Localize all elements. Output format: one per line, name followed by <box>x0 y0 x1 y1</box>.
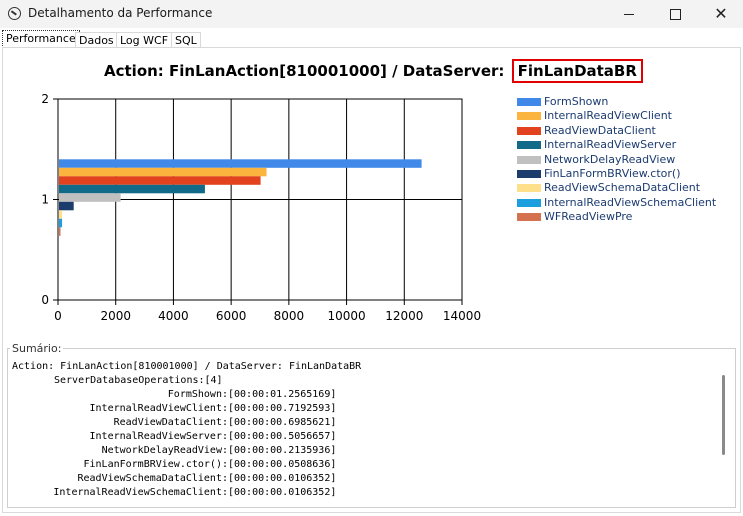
summary-line: ReadViewDataClient:[00:00:00.6985621] <box>12 416 712 430</box>
legend-item: NetworkDelayReadView <box>517 153 716 167</box>
legend-swatch <box>517 155 541 164</box>
legend-item: ReadViewDataClient <box>517 124 716 138</box>
summary-value: [4] <box>204 375 223 386</box>
summary-value: [00:00:00.6985621] <box>228 417 337 428</box>
legend-swatch <box>517 98 541 106</box>
summary-line: NetworkDelayReadView:[00:00:00.2135936] <box>12 444 712 458</box>
summary-value: [00:00:00.0106352] <box>228 473 337 484</box>
legend-item: InternalReadViewClient <box>517 109 716 123</box>
legend-item: WFReadViewPre <box>517 210 716 224</box>
legend-label: InternalReadViewServer <box>544 138 677 152</box>
summary-value: [00:00:00.5056657] <box>228 431 337 442</box>
title-bar: Detalhamento da Performance ✕ <box>0 0 743 28</box>
legend-label: FormShown <box>544 95 609 108</box>
x-tick-label: 6000 <box>216 309 247 323</box>
legend-label: FinLanFormBRView.ctor() <box>544 166 681 180</box>
tab-dados[interactable]: Dados <box>75 32 118 48</box>
x-tick-label: 8000 <box>274 309 305 323</box>
legend-item: InternalReadViewServer <box>517 138 716 152</box>
bar-internalreadviewclient <box>59 167 267 177</box>
legend-label: ReadViewDataClient <box>544 123 656 137</box>
y-tick-label: 0 <box>41 293 49 307</box>
legend-item: FinLanFormBRView.ctor() <box>517 167 716 181</box>
summary-value: [00:00:01.2565169] <box>228 389 337 400</box>
legend-swatch <box>517 198 541 207</box>
summary-value: [00:00:00.7192593] <box>228 403 337 414</box>
tab-log-wcf[interactable]: Log WCF <box>116 32 173 48</box>
maximize-button[interactable] <box>652 0 698 28</box>
x-tick-label: 2000 <box>100 309 131 323</box>
chart-legend: FormShown InternalReadViewClient ReadViewD… <box>517 95 716 225</box>
summary-line: InternalReadViewSchemaClient:[00:00:00.0… <box>12 486 712 500</box>
summary-line: FinLanFormBRView.ctor():[00:00:00.050863… <box>12 458 712 472</box>
summary-line: InternalReadViewServer:[00:00:00.5056657… <box>12 430 712 444</box>
summary-key: FinLanFormBRView.ctor(): <box>83 459 229 470</box>
close-button[interactable]: ✕ <box>698 0 743 28</box>
minimize-icon <box>624 13 634 15</box>
summary-key: FormShown: <box>167 389 228 400</box>
tab-bar: Performance Dados Log WCF SQL <box>0 30 743 48</box>
summary-line: FormShown:[00:00:01.2565169] <box>12 388 712 402</box>
legend-label: InternalReadViewClient <box>544 109 672 123</box>
summary-key: NetworkDelayReadView: <box>101 445 228 456</box>
summary-line: ReadViewSchemaDataClient:[00:00:00.01063… <box>12 472 712 486</box>
legend-swatch <box>517 169 541 178</box>
summary-key: ServerDatabaseOperations: <box>54 375 205 386</box>
y-tick-label: 2 <box>41 92 49 106</box>
window-title: Detalhamento da Performance <box>28 6 213 20</box>
bar-internalreadviewschemaclient <box>59 218 63 228</box>
chart-title: Action: FinLanAction[810001000] / DataSe… <box>104 59 643 83</box>
app-icon <box>8 7 21 20</box>
minimize-button[interactable] <box>606 0 652 28</box>
legend-swatch <box>517 213 541 222</box>
legend-label: NetworkDelayReadView <box>544 152 676 166</box>
summary-scrollbar-thumb[interactable] <box>722 375 725 455</box>
y-tick-label: 1 <box>41 193 49 207</box>
x-tick-label: 12000 <box>385 309 423 323</box>
x-tick-label: 4000 <box>158 309 189 323</box>
legend-item: FormShown <box>517 95 716 109</box>
highlighted-dataserver: FinLanDataBR <box>511 59 643 83</box>
legend-swatch <box>517 141 541 150</box>
summary-key: InternalReadViewSchemaClient: <box>53 487 228 498</box>
summary-line: ServerDatabaseOperations:[4] <box>12 374 712 388</box>
chart-title-text: Action: FinLanAction[810001000] / DataSe… <box>104 62 505 80</box>
legend-swatch <box>517 126 541 135</box>
x-tick-label: 0 <box>54 309 62 323</box>
tab-sql[interactable]: SQL <box>171 32 201 48</box>
summary-key: ReadViewSchemaDataClient: <box>77 473 228 484</box>
tab-performance[interactable]: Performance <box>2 30 80 48</box>
bar-networkdelayreadview <box>59 193 121 202</box>
legend-item: InternalReadViewSchemaClient <box>517 196 716 210</box>
legend-label: WFReadViewPre <box>544 210 633 224</box>
x-tick-label: 10000 <box>327 309 365 323</box>
summary-header: Action: FinLanAction[810001000] / DataSe… <box>12 361 362 372</box>
bar-finlanformbrview-ctor <box>59 201 74 211</box>
legend-label: InternalReadViewSchemaClient <box>544 195 717 209</box>
performance-chart: 0 2000 4000 6000 8000 10000 12000 14000 0 1 2 <box>41 92 481 323</box>
bar-formshown <box>59 159 422 168</box>
summary-textbox[interactable]: Action: FinLanAction[810001000] / DataSe… <box>12 360 712 505</box>
legend-label: ReadViewSchemaDataClient <box>544 181 701 195</box>
x-tick-label: 14000 <box>443 309 481 323</box>
close-icon: ✕ <box>714 4 728 23</box>
summary-label: Sumário: <box>10 342 64 355</box>
maximize-icon <box>669 8 681 20</box>
summary-value: [00:00:00.0508636] <box>228 459 337 470</box>
legend-swatch <box>517 112 541 121</box>
bar-readviewschemadataclient <box>59 210 63 219</box>
summary-key: InternalReadViewClient: <box>89 403 228 414</box>
bar-wfreadviewpre <box>59 227 61 236</box>
legend-item: ReadViewSchemaDataClient <box>517 181 716 195</box>
summary-value: [00:00:00.2135936] <box>228 445 337 456</box>
legend-swatch <box>517 184 541 193</box>
summary-key: ReadViewDataClient: <box>113 417 228 428</box>
bar-readviewdataclient <box>59 176 261 185</box>
summary-key: InternalReadViewServer: <box>89 431 228 442</box>
summary-value: [00:00:00.0106352] <box>228 487 337 498</box>
bar-internalreadviewserver <box>59 184 205 194</box>
summary-line: InternalReadViewClient:[00:00:00.7192593… <box>12 402 712 416</box>
